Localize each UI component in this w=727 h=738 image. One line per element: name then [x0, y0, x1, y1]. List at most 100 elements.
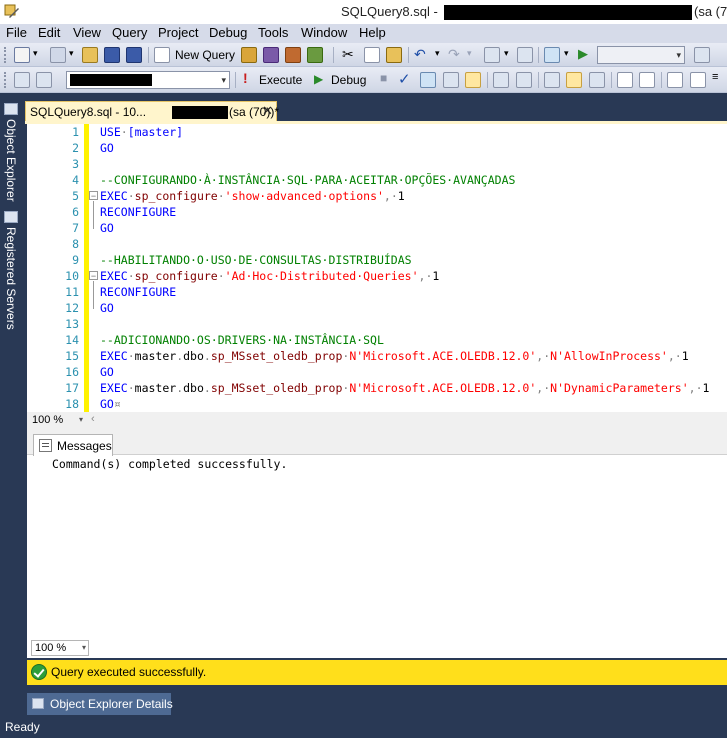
save-all-icon[interactable]	[126, 47, 142, 63]
save-icon[interactable]	[104, 47, 120, 63]
query-designer-icon[interactable]	[443, 72, 459, 88]
code-line[interactable]: 17 EXEC·master.dbo.sp_MSset_oledb_prop·N'…	[27, 380, 727, 396]
code-line[interactable]: 13	[27, 316, 727, 332]
navigate-backward-icon[interactable]	[484, 47, 500, 63]
open-folder-icon[interactable]	[82, 47, 98, 63]
solution-config-combo[interactable]: ▾	[597, 46, 685, 64]
code-line[interactable]: 5 EXEC·sp_configure·'show·advanced·option…	[27, 188, 727, 204]
code-line[interactable]: 16 GO	[27, 364, 727, 380]
execute-icon[interactable]: !	[243, 70, 248, 86]
db-engine-query-icon[interactable]	[241, 47, 257, 63]
debug-icon[interactable]: ▶	[314, 72, 323, 86]
parse-checkmark-icon[interactable]: ✓	[398, 70, 411, 88]
results-to-grid-icon[interactable]	[566, 72, 582, 88]
connect-icon[interactable]	[14, 72, 30, 88]
code-line[interactable]: 3	[27, 156, 727, 172]
new-project-icon[interactable]	[14, 47, 30, 63]
editor-zoom-combo[interactable]: 100 % ▾	[29, 413, 85, 428]
toolbar-grip[interactable]	[4, 72, 7, 88]
redo-icon[interactable]: ↷	[448, 46, 460, 63]
window-title-tail: (sa (70	[694, 4, 727, 19]
code-line[interactable]: 8	[27, 236, 727, 252]
code-line[interactable]: 14 --ADICIONANDO·OS·DRIVERS·NA·INSTÂNCIA·…	[27, 332, 727, 348]
ssms-app-icon[interactable]	[4, 3, 20, 19]
code-line[interactable]: 15 EXEC·master.dbo.sp_MSset_oledb_prop·N'…	[27, 348, 727, 364]
code-line[interactable]: 11 RECONFIGURE	[27, 284, 727, 300]
status-text: Ready	[5, 720, 40, 734]
code-line[interactable]: 2 GO	[27, 140, 727, 156]
start-debugging-icon[interactable]: ▶	[578, 46, 588, 62]
registered-servers-rail-tab[interactable]: Registered Servers	[3, 211, 21, 331]
code-line[interactable]: 1 USE·[master]	[27, 124, 727, 140]
menu-project[interactable]: Project	[158, 25, 198, 40]
code-text: EXEC·master.dbo.sp_MSset_oledb_prop·N'Mi…	[100, 349, 689, 363]
copy-icon[interactable]	[364, 47, 380, 63]
debug-button[interactable]: Debug	[331, 73, 366, 87]
collapse-region-icon[interactable]: −	[89, 191, 98, 201]
tab-sqlquery8[interactable]: SQLQuery8.sql - 10... (sa (70))* ✕	[25, 101, 279, 122]
tab-messages[interactable]: Messages	[33, 434, 113, 456]
menu-tools[interactable]: Tools	[258, 25, 288, 40]
menu-window[interactable]: Window	[301, 25, 347, 40]
toolbar-grip[interactable]	[4, 47, 7, 63]
intellisense-enabled-icon[interactable]	[465, 72, 481, 88]
code-line[interactable]: 18 GO¤	[27, 396, 727, 412]
results-to-file-icon[interactable]	[589, 72, 605, 88]
line-number: 2	[72, 141, 79, 155]
paste-icon[interactable]	[386, 47, 402, 63]
uncomment-icon[interactable]	[639, 72, 655, 88]
menu-edit[interactable]: Edit	[38, 25, 60, 40]
tab-object-explorer-details[interactable]: Object Explorer Details	[27, 693, 173, 715]
specify-template-values-icon[interactable]: ≡	[712, 71, 718, 83]
object-explorer-rail-tab[interactable]: Object Explorer	[3, 103, 21, 211]
menu-view[interactable]: View	[73, 25, 101, 40]
navigate-forward-icon[interactable]	[517, 47, 533, 63]
find-in-files-icon[interactable]	[694, 47, 710, 63]
code-line[interactable]: 10 EXEC·sp_configure·'Ad·Hoc·Distributed·…	[27, 268, 727, 284]
close-icon[interactable]: ✕	[262, 103, 273, 119]
menu-file[interactable]: File	[6, 25, 27, 40]
available-databases-combo[interactable]: ▾	[66, 71, 230, 89]
code-line[interactable]: 9 --HABILITANDO·O·USO·DE·CONSULTAS·DISTRI…	[27, 252, 727, 268]
decrease-indent-icon[interactable]	[667, 72, 683, 88]
include-client-stats-icon[interactable]	[516, 72, 532, 88]
menu-query[interactable]: Query	[112, 25, 147, 40]
analysis-xmla-query-icon[interactable]	[307, 47, 323, 63]
undo-dropdown-icon[interactable]: ▾	[435, 48, 440, 59]
menu-help[interactable]: Help	[359, 25, 386, 40]
activity-monitor-icon[interactable]	[544, 47, 560, 63]
include-actual-plan-icon[interactable]	[493, 72, 509, 88]
results-to-text-icon[interactable]	[544, 72, 560, 88]
change-connection-icon[interactable]	[36, 72, 52, 88]
menu-debug[interactable]: Debug	[209, 25, 247, 40]
display-estimated-plan-icon[interactable]	[420, 72, 436, 88]
code-line[interactable]: 6 RECONFIGURE	[27, 204, 727, 220]
results-zoom-combo[interactable]: 100 % ▾	[31, 640, 89, 656]
collapse-region-icon[interactable]: −	[89, 271, 98, 281]
add-item-icon[interactable]	[50, 47, 66, 63]
analysis-mdx-query-icon[interactable]	[263, 47, 279, 63]
new-project-dropdown-icon[interactable]: ▾	[33, 48, 38, 59]
line-number: 13	[65, 317, 79, 331]
cancel-query-icon[interactable]: ■	[380, 71, 387, 85]
cut-icon[interactable]: ✂	[342, 46, 354, 63]
menu-bar: File Edit View Query Project Debug Tools…	[0, 24, 727, 43]
query-editor[interactable]: 1 USE·[master] 2 GO 3 4 --CONFIGURANDO·À·INSTÂ…	[27, 124, 727, 412]
code-line[interactable]: 12 GO	[27, 300, 727, 316]
undo-icon[interactable]: ↶	[414, 46, 426, 63]
scroll-left-icon[interactable]: ‹	[91, 413, 95, 425]
analysis-dmx-query-icon[interactable]	[285, 47, 301, 63]
toolbar-options-icon[interactable]: ▾	[564, 48, 569, 59]
code-line[interactable]: 4 --CONFIGURANDO·À·INSTÂNCIA·SQL·PARA·ACE…	[27, 172, 727, 188]
execute-button[interactable]: Execute	[259, 73, 302, 87]
navigate-dropdown-icon[interactable]: ▾	[504, 48, 509, 59]
new-query-button[interactable]: New Query	[175, 48, 235, 62]
redacted-server-name	[172, 106, 228, 119]
redo-dropdown-icon[interactable]: ▾	[467, 48, 472, 59]
new-query-icon[interactable]	[154, 47, 170, 63]
comment-out-icon[interactable]	[617, 72, 633, 88]
increase-indent-icon[interactable]	[690, 72, 706, 88]
query-status-bar: Query executed successfully.	[27, 660, 727, 685]
code-line[interactable]: 7 GO	[27, 220, 727, 236]
add-item-dropdown-icon[interactable]: ▾	[69, 48, 74, 59]
